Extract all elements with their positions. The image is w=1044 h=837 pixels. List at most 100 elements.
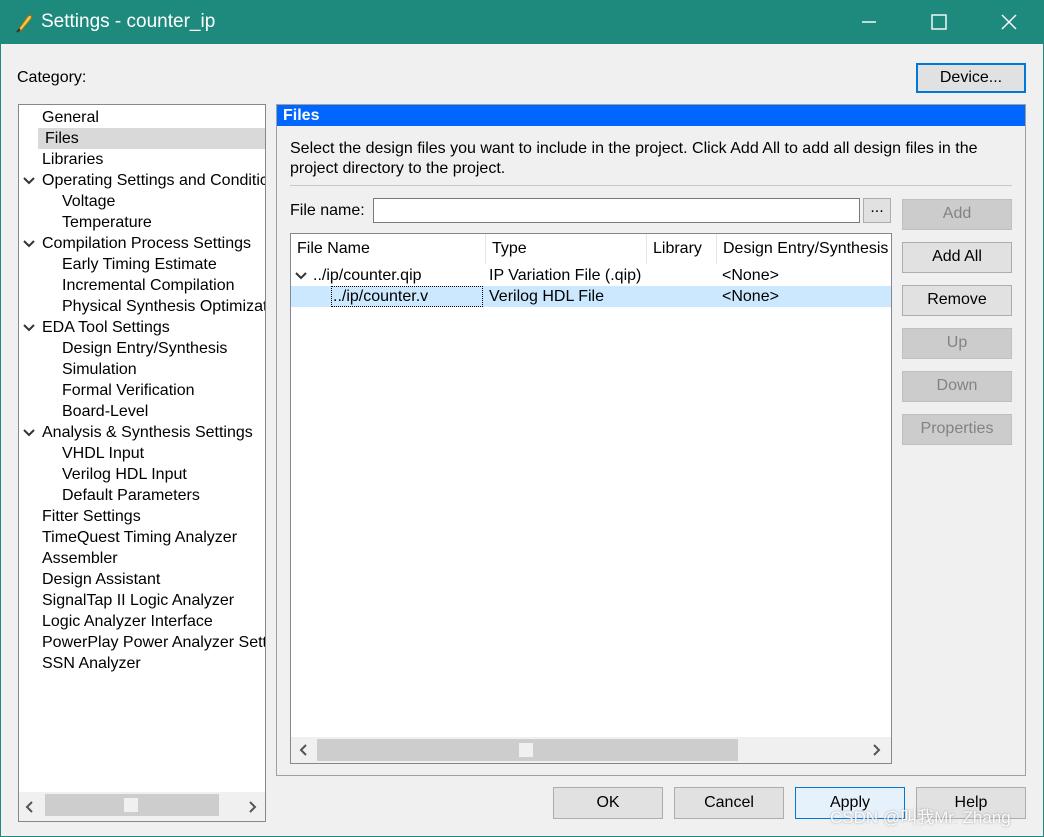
tree-item[interactable]: Operating Settings and Conditic [19, 170, 265, 191]
list-scroll-thumb[interactable] [317, 739, 738, 761]
tree-item[interactable]: Formal Verification [19, 380, 265, 401]
tree-item[interactable]: Default Parameters [19, 485, 265, 506]
files-panel: Files Select the design files you want t… [276, 104, 1026, 776]
quill-pen-icon [16, 14, 33, 33]
panel-heading: Files [277, 105, 1025, 126]
tree-item-label: Design Assistant [42, 571, 161, 588]
tree-item[interactable]: Board-Level [19, 401, 265, 422]
column-header-file-name[interactable]: File Name [291, 234, 486, 264]
title-bar: Settings - counter_ip [0, 0, 1044, 44]
tree-scroll-thumb[interactable] [45, 794, 219, 816]
tree-item[interactable]: Compilation Process Settings [19, 233, 265, 254]
tree-item-label: Board-Level [62, 403, 149, 420]
remove-button[interactable]: Remove [902, 285, 1012, 316]
cell-file-name: ../ip/counter.qip [313, 267, 422, 284]
add-button[interactable]: Add [902, 199, 1012, 230]
tree-item[interactable]: Physical Synthesis Optimizati [19, 296, 265, 317]
chevron-down-icon[interactable] [23, 239, 35, 249]
tree-item[interactable]: VHDL Input [19, 443, 265, 464]
file-list[interactable]: File Name Type Library Design Entry/Synt… [290, 233, 892, 764]
column-header-library[interactable]: Library [647, 234, 717, 264]
tree-item[interactable]: TimeQuest Timing Analyzer [19, 527, 265, 548]
tree-item-label: Design Entry/Synthesis [62, 340, 228, 357]
close-icon [1001, 14, 1017, 30]
cell-file-name: ../ip/counter.v [331, 286, 483, 307]
tree-item[interactable]: SignalTap II Logic Analyzer [19, 590, 265, 611]
tree-item[interactable]: Files [38, 128, 265, 149]
tree-item[interactable]: Verilog HDL Input [19, 464, 265, 485]
column-header-type[interactable]: Type [486, 234, 647, 264]
tree-item-label: Logic Analyzer Interface [42, 613, 213, 630]
category-label: Category: [17, 69, 87, 86]
tree-item-label: SSN Analyzer [42, 655, 141, 672]
tree-item-label: Early Timing Estimate [62, 256, 217, 273]
tree-item[interactable]: Voltage [19, 191, 265, 212]
scroll-right-icon[interactable] [871, 744, 881, 756]
cell-type: Verilog HDL File [489, 288, 605, 305]
window-title: Settings - counter_ip [41, 11, 216, 32]
down-button[interactable]: Down [902, 371, 1012, 402]
chevron-down-icon[interactable] [23, 176, 35, 186]
tree-item[interactable]: SSN Analyzer [19, 653, 265, 674]
tree-item[interactable]: General [19, 107, 265, 128]
tree-item[interactable]: Design Entry/Synthesis [19, 338, 265, 359]
tree-item-label: Fitter Settings [42, 508, 141, 525]
tree-item[interactable]: Incremental Compilation [19, 275, 265, 296]
scroll-right-icon[interactable] [247, 801, 257, 813]
tree-item-label: Assembler [42, 550, 118, 567]
tree-item-label: Libraries [42, 151, 104, 168]
chevron-down-icon[interactable] [23, 428, 35, 438]
tree-item-label: VHDL Input [62, 445, 145, 462]
scroll-left-icon[interactable] [25, 801, 35, 813]
tree-item[interactable]: EDA Tool Settings [19, 317, 265, 338]
tree-item-label: TimeQuest Timing Analyzer [42, 529, 238, 546]
scroll-left-icon[interactable] [299, 744, 309, 756]
column-header-design-entry[interactable]: Design Entry/Synthesis T [717, 234, 891, 264]
ok-button[interactable]: OK [553, 787, 663, 819]
tree-item-label: Operating Settings and Conditic [42, 172, 266, 189]
properties-button[interactable]: Properties [902, 414, 1012, 445]
tree-item[interactable]: Early Timing Estimate [19, 254, 265, 275]
tree-item-label: Simulation [62, 361, 137, 378]
tree-item-label: Files [45, 130, 79, 147]
tree-horizontal-scrollbar[interactable] [19, 792, 265, 821]
close-button[interactable] [974, 0, 1044, 44]
file-name-input[interactable] [373, 198, 860, 223]
tree-item[interactable]: Assembler [19, 548, 265, 569]
tree-item[interactable]: PowerPlay Power Analyzer Setti [19, 632, 265, 653]
maximize-button[interactable] [904, 0, 974, 44]
tree-item-label: Verilog HDL Input [62, 466, 187, 483]
tree-item[interactable]: Analysis & Synthesis Settings [19, 422, 265, 443]
list-horizontal-scrollbar[interactable] [291, 737, 891, 763]
tree-item-label: PowerPlay Power Analyzer Setti [42, 634, 266, 651]
chevron-down-icon[interactable] [295, 271, 307, 281]
cell-design-entry: <None> [722, 288, 779, 305]
tree-item[interactable]: Fitter Settings [19, 506, 265, 527]
tree-item[interactable]: Libraries [19, 149, 265, 170]
cell-type: IP Variation File (.qip) [489, 267, 642, 284]
tree-item-label: Formal Verification [62, 382, 195, 399]
cancel-button[interactable]: Cancel [674, 787, 784, 819]
tree-item-label: Voltage [62, 193, 116, 210]
tree-item-label: Temperature [62, 214, 152, 231]
tree-item[interactable]: Logic Analyzer Interface [19, 611, 265, 632]
tree-item-label: Compilation Process Settings [42, 235, 251, 252]
minimize-button[interactable] [834, 0, 904, 44]
category-tree[interactable]: General Files Libraries Operating Settings … [18, 104, 266, 822]
tree-item-label: SignalTap II Logic Analyzer [42, 592, 235, 609]
file-name-label: File name: [290, 202, 365, 219]
tree-item[interactable]: Simulation [19, 359, 265, 380]
tree-item-label: Default Parameters [62, 487, 200, 504]
panel-description-line2: project directory to the project. [290, 160, 506, 177]
table-row[interactable]: ../ip/counter.qip IP Variation File (.qi… [291, 265, 891, 286]
tree-item[interactable]: Design Assistant [19, 569, 265, 590]
divider [290, 185, 1012, 186]
browse-button[interactable]: ... [863, 198, 891, 223]
add-all-button[interactable]: Add All [902, 242, 1012, 273]
table-row-selected[interactable]: ../ip/counter.v Verilog HDL File <None> [291, 286, 891, 307]
up-button[interactable]: Up [902, 328, 1012, 359]
device-button[interactable]: Device... [916, 63, 1026, 93]
tree-item-label: Physical Synthesis Optimizati [62, 298, 266, 315]
chevron-down-icon[interactable] [23, 323, 35, 333]
tree-item[interactable]: Temperature [19, 212, 265, 233]
